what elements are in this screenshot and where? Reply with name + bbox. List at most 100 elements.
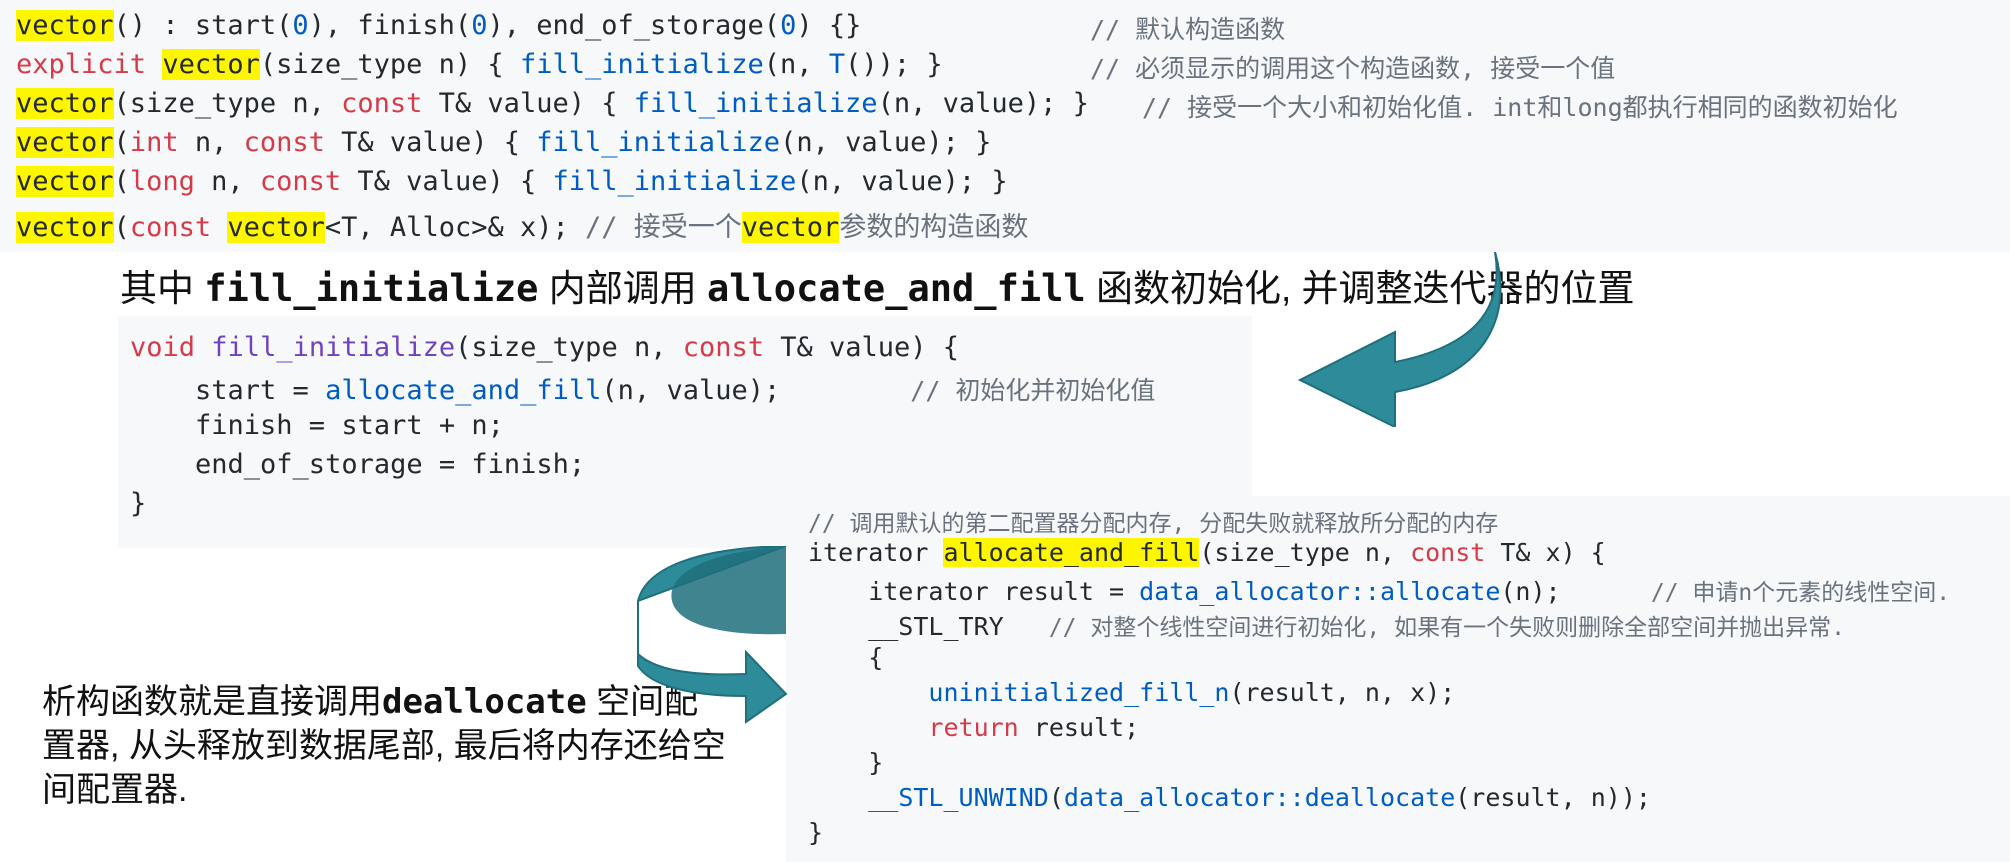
code-line: } (130, 488, 147, 519)
code-comment: // 接受一个 (585, 212, 742, 243)
code-text: T& value) { (764, 332, 960, 363)
code-keyword: const (129, 212, 212, 243)
highlight-vector: vector (16, 212, 114, 243)
code-text: (n, value); } (877, 88, 1089, 119)
code-text: (n, (763, 49, 829, 80)
code-number: 0 (292, 10, 309, 41)
code-text: ( (113, 166, 130, 197)
allocate-and-fill-code-block: // 调用默认的第二配置器分配内存, 分配失败就释放所分配的内存 iterato… (786, 496, 2010, 862)
code-comment: // 调用默认的第二配置器分配内存, 分配失败就释放所分配的内存 (808, 511, 1499, 537)
code-function: data_allocator::allocate (1139, 577, 1501, 606)
code-text: (size_type n, (455, 332, 683, 363)
code-line: __STL_UNWIND(data_allocator::deallocate(… (808, 783, 1651, 812)
code-function: fill_initialize (519, 49, 764, 80)
code-text: (result, n)); (1455, 783, 1651, 812)
code-function: fill_initialize (552, 166, 797, 197)
code-number: 0 (471, 10, 488, 41)
code-text: (size_type n) { (259, 49, 520, 80)
highlight-vector: vector (16, 127, 114, 158)
code-keyword: const (259, 166, 342, 197)
code-line: uninitialized_fill_n(result, n, x); (808, 678, 1455, 707)
code-text: (n); (1500, 577, 1651, 606)
caption-function: fill_initialize (204, 267, 539, 310)
code-line: void fill_initialize(size_type n, const … (130, 332, 959, 363)
highlight-vector: vector (162, 49, 260, 80)
code-line: return result; (808, 713, 1139, 742)
highlight-vector: vector (741, 212, 840, 243)
code-line: vector() : start(0), finish(0), end_of_s… (16, 10, 861, 41)
code-keyword: const (682, 332, 764, 363)
code-text: ( (113, 212, 130, 243)
note-function: deallocate (382, 682, 587, 722)
code-keyword: const (341, 88, 423, 119)
code-text: (n, value); } (796, 166, 1008, 197)
code-line: explicit vector(size_type n) { fill_init… (16, 49, 943, 80)
destructor-note-line: 析构函数就是直接调用deallocate 空间配 (42, 680, 726, 724)
code-function: allocate_and_fill (325, 375, 602, 406)
destructor-note-line: 置器, 从头释放到数据尾部, 最后将内存还给空 (42, 727, 726, 765)
code-line: { (808, 643, 884, 672)
code-text: __STL_TRY (808, 612, 1049, 641)
code-text: ( (1048, 783, 1064, 812)
code-line: finish = start + n; (130, 410, 504, 441)
code-text: (n, value); } (780, 127, 992, 158)
code-line: vector(const vector<T, Alloc>& x); // 接受… (16, 205, 1028, 244)
code-keyword: void (130, 332, 196, 363)
code-text: (size_type n, (113, 88, 342, 119)
code-comment: // 申请n个元素的线性空间. (1650, 580, 1951, 606)
code-function: fill_initialize (211, 332, 456, 363)
code-keyword: const (1410, 538, 1486, 567)
code-text: start = (130, 375, 326, 406)
code-text: () : start( (113, 10, 293, 41)
code-line: vector(int n, const T& value) { fill_ini… (16, 127, 991, 158)
code-line: start = allocate_and_fill(n, value); // … (130, 371, 1155, 407)
code-text: (size_type n, (1199, 538, 1411, 567)
code-function: fill_initialize (633, 88, 878, 119)
code-function: uninitialized_fill_n (928, 678, 1230, 707)
code-line: } (808, 818, 824, 847)
curved-arrow-icon (637, 546, 788, 724)
code-keyword: return (928, 713, 1019, 742)
note-text: 析构函数就是直接调用 (42, 683, 382, 721)
code-text: (result, n, x); (1229, 678, 1456, 707)
code-line: end_of_storage = finish; (130, 449, 586, 480)
caption-function: allocate_and_fill (706, 267, 1086, 310)
code-text: T& value) { (341, 166, 553, 197)
curved-arrow-icon (1297, 252, 1502, 427)
code-comment: // 初始化并初始化值 (910, 376, 1156, 405)
code-text: n, (194, 166, 260, 197)
highlight-vector: vector (16, 88, 114, 119)
code-text: ()); } (845, 49, 943, 80)
code-text: <T, Alloc>& x); (324, 212, 585, 243)
highlight-allocate-and-fill: allocate_and_fill (943, 538, 1200, 567)
destructor-note: 析构函数就是直接调用deallocate 空间配 置器, 从头释放到数据尾部, … (42, 680, 726, 812)
code-text: ) {} (796, 10, 862, 41)
code-text: (n, value); (601, 375, 911, 406)
code-line: vector(long n, const T& value) { fill_in… (16, 166, 1008, 197)
code-comment: 参数的构造函数 (839, 212, 1029, 243)
code-number: 0 (780, 10, 797, 41)
code-comment: // 接受一个大小和初始化值. int和long都执行相同的函数初始化 (1142, 93, 1898, 122)
code-text: T& x) { (1485, 538, 1606, 567)
code-keyword: explicit (16, 49, 147, 80)
code-keyword: long (129, 166, 195, 197)
code-text: iterator (808, 538, 944, 567)
code-keyword: const (243, 127, 325, 158)
code-comment: // 对整个线性空间进行初始化, 如果有一个失败则删除全部空间并抛出异常. (1048, 615, 1845, 641)
code-text: ), finish( (308, 10, 472, 41)
code-line: iterator allocate_and_fill(size_type n, … (808, 538, 1606, 567)
code-text: ( (113, 127, 130, 158)
code-line: } (808, 748, 884, 777)
highlight-vector: vector (16, 10, 114, 41)
code-comment: // 必须显示的调用这个构造函数, 接受一个值 (1090, 54, 1616, 83)
code-line: __STL_TRY // 对整个线性空间进行初始化, 如果有一个失败则删除全部空… (808, 608, 1845, 642)
caption-text: 其中 (120, 268, 205, 309)
code-function: T (828, 49, 846, 80)
code-comment: // 默认构造函数 (1090, 15, 1286, 44)
code-function: fill_initialize (536, 127, 781, 158)
